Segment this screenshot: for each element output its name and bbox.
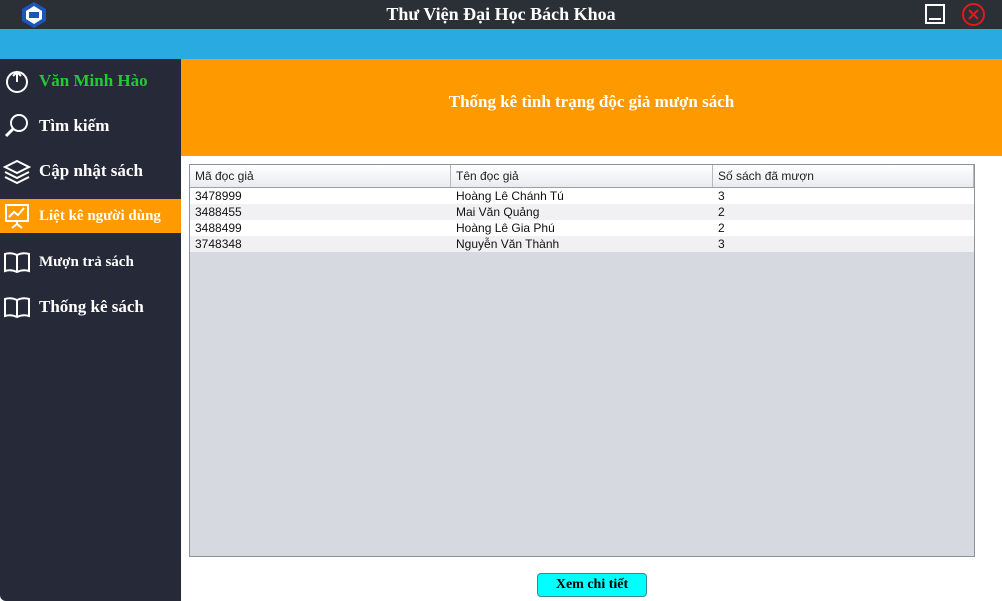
sidebar-item-label: Tìm kiếm [39,116,110,135]
cell-reader-name: Hoàng Lê Gia Phú [456,221,555,235]
column-header-books-borrowed[interactable]: Số sách đã mượn [713,165,974,187]
cell-reader-name: Mai Văn Quảng [456,205,540,219]
column-header-reader-name[interactable]: Tên đọc giả [451,165,713,187]
column-header-reader-id[interactable]: Mã đọc giả [190,165,451,187]
sidebar-item-book-stats[interactable]: Thống kê sách [0,290,181,324]
cell-reader-id: 3488455 [195,205,242,219]
table-row[interactable]: 3478999 Hoàng Lê Chánh Tú 3 [190,188,974,204]
readers-table[interactable]: Mã đọc giả Tên đọc giả Số sách đã mượn 3… [189,164,975,557]
cell-reader-name: Hoàng Lê Chánh Tú [456,189,564,203]
cell-reader-id: 3478999 [195,189,242,203]
sidebar-item-search[interactable]: Tìm kiếm [0,109,181,143]
sidebar-item-user[interactable]: Văn Minh Hào [0,64,181,98]
view-details-button[interactable]: Xem chi tiết [537,573,647,597]
book-icon [4,297,30,319]
sidebar-item-label: Liệt kê người dùng [39,208,161,224]
sidebar-item-borrow-return[interactable]: Mượn trả sách [0,245,181,279]
cell-books-borrowed: 2 [718,221,725,235]
search-icon [4,114,28,138]
window-title: Thư Viện Đại Học Bách Khoa [386,4,616,24]
table-row[interactable]: 3488499 Hoàng Lê Gia Phú 2 [190,220,974,236]
cell-books-borrowed: 3 [718,189,725,203]
page-header: Thống kê tình trạng độc giả mượn sách [181,59,1002,156]
minimize-button[interactable] [925,4,945,24]
cell-books-borrowed: 3 [718,237,725,251]
cell-reader-name: Nguyễn Văn Thành [456,237,560,251]
page-title: Thống kê tình trạng độc giả mượn sách [448,92,735,111]
layers-icon [3,159,31,185]
accent-bar [0,29,1002,59]
table-row[interactable]: 3748348 Nguyễn Văn Thành 3 [190,236,974,252]
sidebar-item-label: Thống kê sách [39,297,144,316]
close-icon[interactable] [961,2,986,27]
sidebar-item-update-books[interactable]: Cập nhật sách [0,154,181,188]
sidebar-item-list-users[interactable]: Liệt kê người dùng [0,199,181,233]
sidebar-item-label: Cập nhật sách [39,161,143,180]
sidebar-item-label: Văn Minh Hào [39,71,148,90]
sidebar-item-label: Mượn trả sách [39,254,134,270]
presentation-chart-icon [5,204,29,229]
cell-reader-id: 3748348 [195,237,242,251]
table-row[interactable]: 3488455 Mai Văn Quảng 2 [190,204,974,220]
power-icon [6,70,28,93]
cell-reader-id: 3488499 [195,221,242,235]
title-bar: Thư Viện Đại Học Bách Khoa [0,0,1002,29]
sidebar: Văn Minh Hào Tìm kiếm Cập nhật sách Liệt… [0,59,181,601]
cell-books-borrowed: 2 [718,205,725,219]
table-header: Mã đọc giả Tên đọc giả Số sách đã mượn [190,165,974,188]
book-icon [4,252,30,274]
